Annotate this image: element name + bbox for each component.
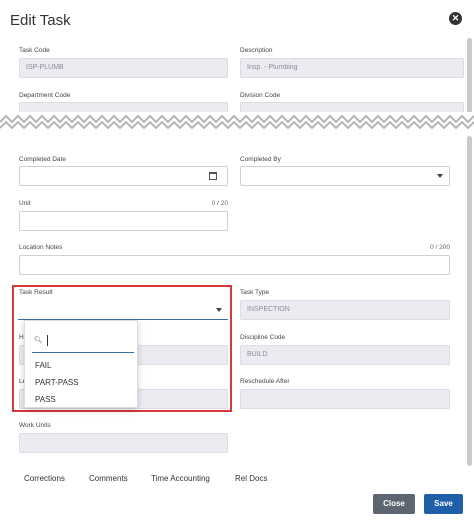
completed-date-input[interactable] (19, 166, 228, 186)
location-notes-input[interactable] (19, 255, 450, 275)
discipline-code-field: BUILD (240, 345, 450, 365)
task-type-field: INSPECTION (240, 300, 450, 320)
calendar-icon[interactable] (209, 172, 217, 180)
reschedule-after-field (240, 389, 450, 409)
reschedule-after-label: Reschedule After (240, 378, 290, 385)
chevron-down-icon (437, 174, 443, 178)
completed-by-select[interactable] (240, 166, 450, 186)
department-code-label: Department Code (19, 92, 71, 99)
dropdown-option-pass[interactable]: PASS (35, 395, 56, 404)
task-code-field: ISP-PLUMB (19, 58, 228, 78)
task-result-dropdown: 🔍︎ FAIL PART-PASS PASS (24, 320, 138, 408)
search-icon: 🔍︎ (34, 337, 43, 344)
description-field: Insp. - Plumbing (240, 58, 464, 78)
tab-bar: Corrections Comments Time Accounting Rel… (0, 474, 474, 486)
scrollbar-thumb-lower[interactable] (467, 136, 472, 466)
close-icon[interactable]: ✕ (449, 12, 462, 25)
tab-corrections[interactable]: Corrections (24, 474, 65, 483)
tab-rel-docs[interactable]: Rel Docs (235, 474, 267, 483)
close-button[interactable]: Close (373, 494, 415, 514)
task-type-label: Task Type (240, 289, 270, 296)
task-code-label: Task Code (19, 47, 50, 54)
unit-label: Unit (19, 200, 31, 207)
completed-date-label: Completed Date (19, 156, 66, 163)
location-notes-label: Location Notes (19, 244, 63, 251)
work-units-field (19, 433, 228, 453)
dropdown-option-fail[interactable]: FAIL (35, 361, 51, 370)
torn-edge-divider (0, 112, 474, 136)
division-code-label: Division Code (240, 92, 281, 99)
tab-time-accounting[interactable]: Time Accounting (151, 474, 210, 483)
save-button[interactable]: Save (424, 494, 463, 514)
discipline-code-label: Discipline Code (240, 334, 286, 341)
dialog-title: Edit Task (10, 12, 71, 29)
unit-input[interactable] (19, 211, 228, 231)
scrollbar-thumb[interactable] (467, 38, 472, 118)
description-label: Description (240, 47, 273, 54)
work-units-label: Work Units (19, 422, 51, 429)
unit-char-counter: 0 / 20 (211, 200, 228, 207)
tab-comments[interactable]: Comments (89, 474, 128, 483)
location-notes-char-counter: 0 / 200 (430, 244, 450, 251)
text-cursor (47, 335, 48, 346)
completed-by-label: Completed By (240, 156, 281, 163)
dropdown-option-part-pass[interactable]: PART-PASS (35, 378, 79, 387)
dropdown-search-input[interactable]: 🔍︎ (32, 329, 134, 353)
